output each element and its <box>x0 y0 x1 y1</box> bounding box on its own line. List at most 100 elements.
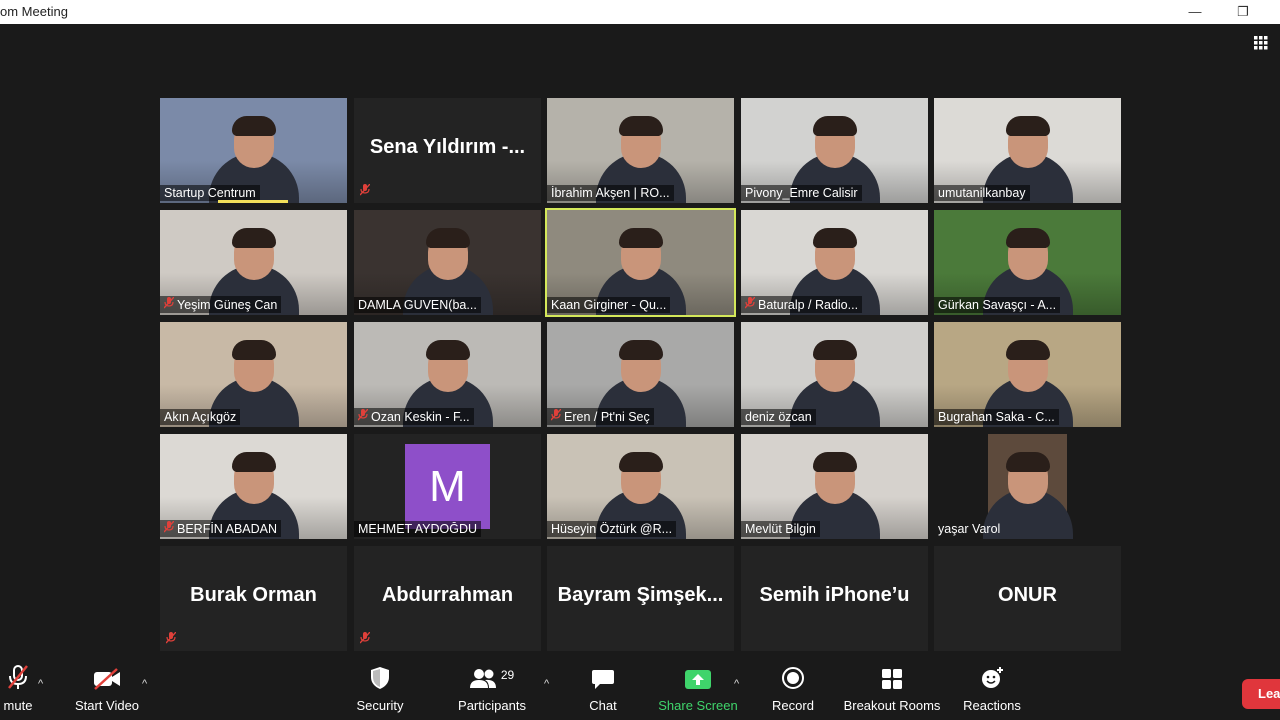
mic-muted-icon <box>163 296 175 312</box>
participant-tile[interactable]: Akın Açıkgöz <box>160 322 347 427</box>
grid-icon <box>1254 36 1268 50</box>
person-hair <box>812 340 857 360</box>
participant-name-tag: Bugrahan Saka - C... <box>934 409 1059 425</box>
speaking-indicator <box>218 200 288 203</box>
reactions-label: Reactions <box>963 698 1021 713</box>
shield-icon <box>371 667 389 689</box>
participant-name: Gürkan Savaşçı - A... <box>938 298 1057 312</box>
participant-tile[interactable]: Kaan Girginer - Qu... <box>545 208 736 317</box>
avatar: M <box>405 444 490 529</box>
video-options-chevron-icon[interactable]: ^ <box>142 678 147 690</box>
person-hair <box>618 228 663 248</box>
breakout-rooms-button[interactable]: Breakout Rooms <box>842 662 942 713</box>
participant-tile[interactable]: Startup Centrum <box>160 98 347 203</box>
meeting-toolbar: mute ^ Start Video ^ Security 29 Partici… <box>0 662 1280 720</box>
reactions-icon <box>982 667 1003 688</box>
participant-tile[interactable]: umutanilkanbay <box>934 98 1121 203</box>
person-hair <box>1005 340 1050 360</box>
participant-tile[interactable]: Mevlüt Bilgin <box>741 434 928 539</box>
reactions-button[interactable]: Reactions <box>960 662 1024 713</box>
share-options-chevron-icon[interactable]: ^ <box>734 678 739 690</box>
participant-name: yaşar Varol <box>938 522 1001 536</box>
participant-tile[interactable]: ONUR <box>934 546 1121 651</box>
person-hair <box>812 228 857 248</box>
participant-name-tag: MEHMET AYDOĞDU <box>354 521 481 537</box>
participant-tile[interactable]: Burak Orman <box>160 546 347 651</box>
participant-tile[interactable]: Gürkan Savaşçı - A... <box>934 210 1121 315</box>
mic-muted-icon <box>744 296 756 312</box>
participants-chevron-icon[interactable]: ^ <box>544 678 549 690</box>
record-label: Record <box>772 698 814 713</box>
leave-button[interactable]: Leav <box>1242 679 1280 709</box>
participant-name-tag: Pivony_Emre Calisir <box>741 185 862 201</box>
participants-count: 29 <box>500 668 515 682</box>
participant-tile[interactable]: M MEHMET AYDOĞDU <box>354 434 541 539</box>
participant-tile[interactable]: Hüseyin Öztürk @R... <box>547 434 734 539</box>
participant-tile[interactable]: Bugrahan Saka - C... <box>934 322 1121 427</box>
mic-muted-icon <box>357 408 369 424</box>
title-bar: om Meeting — ❐ <box>0 0 1280 24</box>
person-hair <box>618 340 663 360</box>
restore-button[interactable]: ❐ <box>1220 0 1266 24</box>
participant-name-tag: Kaan Girginer - Qu... <box>547 297 671 313</box>
participant-name-tag: Hüseyin Öztürk @R... <box>547 521 677 537</box>
participant-tile[interactable]: deniz özcan <box>741 322 928 427</box>
participant-name: BERFİN ABADAN <box>177 521 278 536</box>
participant-name-tag: umutanilkanbay <box>934 185 1030 201</box>
participant-tile[interactable]: Baturalp / Radio... <box>741 210 928 315</box>
participant-tile[interactable]: Yeşim Güneş Can <box>160 210 347 315</box>
chat-label: Chat <box>589 698 617 713</box>
participant-tile[interactable]: Pivony_Emre Calisir <box>741 98 928 203</box>
participant-name: Startup Centrum <box>164 186 256 200</box>
share-screen-button[interactable]: Share Screen <box>656 662 740 713</box>
participant-tile[interactable]: Sena Yıldırım -... <box>354 98 541 203</box>
security-button[interactable]: Security <box>350 662 410 713</box>
participant-tile[interactable]: DAMLA GUVEN(ba... <box>354 210 541 315</box>
audio-options-chevron-icon[interactable]: ^ <box>38 678 43 690</box>
person-hair <box>425 340 470 360</box>
participant-name-tag: Gürkan Savaşçı - A... <box>934 297 1061 313</box>
participants-icon <box>469 669 496 688</box>
person-hair <box>618 116 663 136</box>
participant-name-tag: İbrahim Akşen | RO... <box>547 185 674 201</box>
participants-button[interactable]: 29 Participants <box>452 662 532 713</box>
video-off-icon <box>94 668 120 690</box>
participant-tile[interactable]: İbrahim Akşen | RO... <box>547 98 734 203</box>
participant-tile[interactable]: yaşar Varol <box>934 434 1121 539</box>
person-hair <box>231 116 276 136</box>
participant-tile[interactable]: Bayram Şimşek... <box>547 546 734 651</box>
person-hair <box>231 452 276 472</box>
participant-tile[interactable]: Ozan Keskin - F... <box>354 322 541 427</box>
participant-name-large: Bayram Şimşek... <box>557 584 724 606</box>
window-title: om Meeting <box>0 4 68 19</box>
participant-name-large: Abdurrahman <box>381 584 514 606</box>
person-hair <box>618 452 663 472</box>
participant-tile[interactable]: BERFİN ABADAN <box>160 434 347 539</box>
mic-muted-icon <box>550 408 562 424</box>
unmute-label: mute <box>3 698 33 713</box>
participant-tile[interactable]: Abdurrahman <box>354 546 541 651</box>
person-hair <box>812 452 857 472</box>
chat-button[interactable]: Chat <box>580 662 626 713</box>
participant-name-tag: Yeşim Güneş Can <box>160 296 282 313</box>
record-button[interactable]: Record <box>766 662 820 713</box>
mic-muted-icon <box>359 183 371 199</box>
person-hair <box>1005 116 1050 136</box>
participant-tile[interactable]: Semih iPhone’u <box>741 546 928 651</box>
participant-tile[interactable]: Eren / Pt'ni Seç <box>547 322 734 427</box>
mic-muted-icon <box>165 631 177 647</box>
start-video-button[interactable]: Start Video <box>72 662 142 713</box>
participant-name: Bugrahan Saka - C... <box>938 410 1055 424</box>
participants-label: Participants <box>458 698 526 713</box>
participant-name-tag: Eren / Pt'ni Seç <box>547 408 654 425</box>
participant-name-large: Sena Yıldırım -... <box>369 136 526 158</box>
participant-name-tag: Baturalp / Radio... <box>741 296 863 313</box>
view-button[interactable] <box>1252 30 1280 56</box>
minimize-button[interactable]: — <box>1172 0 1218 24</box>
participant-name: deniz özcan <box>745 410 812 424</box>
chat-icon <box>592 670 614 689</box>
participant-name-tag: Akın Açıkgöz <box>160 409 241 425</box>
participant-name-tag: deniz özcan <box>741 409 816 425</box>
mic-muted-icon <box>359 631 371 647</box>
participant-name-tag: yaşar Varol <box>934 521 1004 537</box>
